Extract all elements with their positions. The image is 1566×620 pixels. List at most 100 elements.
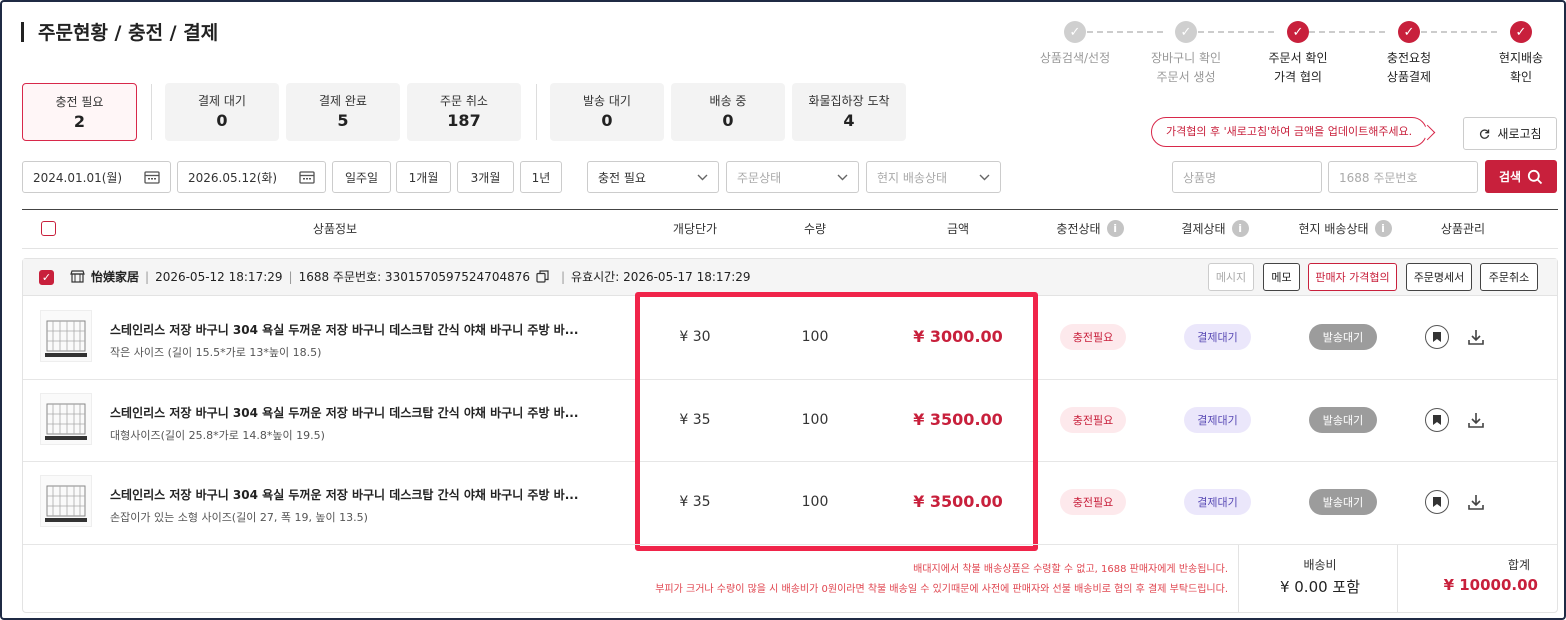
product-name[interactable]: 스테인리스 저장 바구니 304 욕실 두꺼운 저장 바구니 데스크탑 간식 야… <box>110 486 578 503</box>
product-option: 작은 사이즈 (길이 15.5*가로 13*높이 18.5) <box>110 346 322 359</box>
charge-status-badge: 충전필요 <box>1060 407 1126 433</box>
product-option: 대형사이즈(길이 25.8*가로 14.8*높이 19.5) <box>110 429 325 442</box>
page-title: 주문현황 / 충전 / 결제 <box>38 22 219 44</box>
chevron-down-icon <box>697 174 708 181</box>
chevron-down-icon <box>837 174 848 181</box>
refresh-button[interactable]: 새로고침 <box>1463 117 1557 150</box>
local-ship-placeholder: 현지 배송상태 <box>877 170 948 185</box>
info-icon[interactable]: i <box>1374 219 1392 237</box>
copy-icon[interactable] <box>536 270 549 283</box>
status-card-warehouse-arrived[interactable]: 화물집하장 도착 4 <box>792 83 906 141</box>
col-product-info: 상품정보 <box>312 221 358 236</box>
info-icon[interactable]: i <box>1106 219 1124 237</box>
col-payment-status: 결제상태 i <box>1155 218 1275 238</box>
order-cancel-button[interactable]: 주문취소 <box>1480 263 1538 291</box>
status-card-ship-pending[interactable]: 발송 대기 0 <box>550 83 664 141</box>
store-name[interactable]: 怡媄家居 <box>91 268 139 285</box>
order-statement-button[interactable]: 주문명세서 <box>1406 263 1472 291</box>
bookmark-icon[interactable] <box>1425 408 1449 432</box>
col-local-ship-status-label: 현지 배송상태 <box>1298 221 1369 236</box>
chevron-down-icon <box>979 174 990 181</box>
start-date-picker[interactable]: 2024.01.01(월) <box>22 161 171 193</box>
product-name[interactable]: 스테인리스 저장 바구니 304 욕실 두꺼운 저장 바구니 데스크탑 간식 야… <box>110 321 578 338</box>
local-ship-status-select[interactable]: 현지 배송상태 <box>866 161 1001 193</box>
highlight-box <box>635 292 1038 551</box>
order-status-select[interactable]: 주문상태 <box>726 161 859 193</box>
download-icon[interactable] <box>1466 492 1486 516</box>
title-accent-bar <box>21 22 24 42</box>
step-label-1: 상품검색/선정 <box>1039 51 1111 65</box>
product-option: 손잡이가 있는 소형 사이즈(길이 27, 폭 19, 높이 13.5) <box>110 511 368 524</box>
shipping-note-1: 배대지에서 착불 배송상품은 수령할 수 없고, 1688 판매자에게 반송됩니… <box>913 564 1228 575</box>
range-1month-button[interactable]: 1개월 <box>396 161 451 193</box>
status-card-charge-needed[interactable]: 충전 필요 2 <box>22 83 137 141</box>
basket-image <box>45 320 87 357</box>
charge-status-badge: 충전필요 <box>1060 324 1126 350</box>
download-icon[interactable] <box>1466 410 1486 434</box>
product-name-input[interactable]: 상품명 <box>1172 161 1322 193</box>
col-unit-price: 개당단가 <box>672 221 718 236</box>
shipping-note-2: 부피가 크거나 수량이 많을 시 배송비가 0원이라면 착불 배송일 수 있기때… <box>655 584 1228 595</box>
info-icon[interactable]: i <box>1231 219 1249 237</box>
calendar-icon <box>299 170 315 184</box>
total-value: ¥ 10000.00 <box>1443 576 1538 594</box>
refresh-tip-tooltip: 가격협의 후 '새로고침'하여 금액을 업데이트해주세요. <box>1151 117 1428 147</box>
refresh-label: 새로고침 <box>1497 127 1542 141</box>
step-label-2: 장바구니 확인 주문서 생성 <box>1150 51 1222 84</box>
end-date-value: 2026.05.12(화) <box>188 170 278 185</box>
range-3month-button[interactable]: 3개월 <box>457 161 514 193</box>
message-button[interactable]: 메시지 <box>1208 263 1254 291</box>
step-connector <box>1198 31 1274 33</box>
step-label-4: 충전요청 상품결제 <box>1386 51 1432 84</box>
end-date-picker[interactable]: 2026.05.12(화) <box>177 161 326 193</box>
step-check-icon: ✓ <box>1287 21 1309 43</box>
meta-divider: | <box>288 269 293 284</box>
shipping-fee-label: 배송비 <box>1303 558 1337 572</box>
card-divider <box>151 84 152 140</box>
order-number: 1688 주문번호: 3301570597524704876 <box>298 270 530 284</box>
search-button[interactable]: 검색 <box>1485 160 1557 193</box>
col-local-ship-status: 현지 배송상태 i <box>1280 218 1410 238</box>
footer-divider <box>1238 545 1239 612</box>
meta-divider: | <box>561 269 566 284</box>
memo-button[interactable]: 메모 <box>1263 263 1300 291</box>
refresh-icon <box>1480 129 1490 139</box>
product-name[interactable]: 스테인리스 저장 바구니 304 욕실 두꺼운 저장 바구니 데스크탑 간식 야… <box>110 404 578 421</box>
product-thumbnail[interactable] <box>40 393 92 445</box>
product-thumbnail[interactable] <box>40 475 92 527</box>
charge-status-badge: 충전필요 <box>1060 489 1126 515</box>
product-thumbnail[interactable] <box>40 310 92 362</box>
status-card-in-transit[interactable]: 배송 중0 <box>671 83 785 141</box>
col-charge-status-label: 충전상태 <box>1056 221 1101 236</box>
status-card-payment-done[interactable]: 결제 완료 5 <box>286 83 400 141</box>
search-label: 검색 <box>1498 170 1522 184</box>
basket-image <box>45 403 87 440</box>
valid-until: 유효시간: 2026-05-17 18:17:29 <box>571 270 751 284</box>
start-date-value: 2024.01.01(월) <box>33 170 123 185</box>
bookmark-icon[interactable] <box>1425 325 1449 349</box>
seller-negotiation-button[interactable]: 판매자 가격협의 <box>1308 263 1397 291</box>
order-checkbox[interactable]: ✓ <box>39 270 54 285</box>
step-label-5: 현지배송 확인 <box>1498 51 1544 84</box>
order-status-placeholder: 주문상태 <box>737 170 782 185</box>
status-card-order-cancel[interactable]: 주문 취소 187 <box>407 83 521 141</box>
card-divider <box>536 84 537 140</box>
col-product-manage: 상품관리 <box>1440 221 1486 236</box>
range-1year-button[interactable]: 1년 <box>520 161 562 193</box>
step-label-3: 주문서 확인 가격 협의 <box>1268 51 1328 84</box>
charge-status-select[interactable]: 충전 필요 <box>587 161 719 193</box>
step-check-icon: ✓ <box>1064 21 1086 43</box>
range-week-button[interactable]: 일주일 <box>332 161 391 193</box>
payment-status-badge: 결제대기 <box>1184 407 1251 433</box>
search-icon <box>1527 169 1543 184</box>
col-payment-status-label: 결제상태 <box>1181 221 1226 236</box>
meta-divider: | <box>145 269 150 284</box>
ship-status-badge: 발송대기 <box>1309 489 1377 515</box>
step-check-icon: ✓ <box>1175 21 1197 43</box>
order-number-input[interactable]: 1688 주문번호 <box>1328 161 1478 193</box>
select-all-checkbox[interactable] <box>41 221 56 236</box>
download-icon[interactable] <box>1466 327 1486 351</box>
col-amount: 금액 <box>946 221 970 236</box>
status-card-payment-pending[interactable]: 결제 대기 0 <box>165 83 279 141</box>
bookmark-icon[interactable] <box>1425 490 1449 514</box>
